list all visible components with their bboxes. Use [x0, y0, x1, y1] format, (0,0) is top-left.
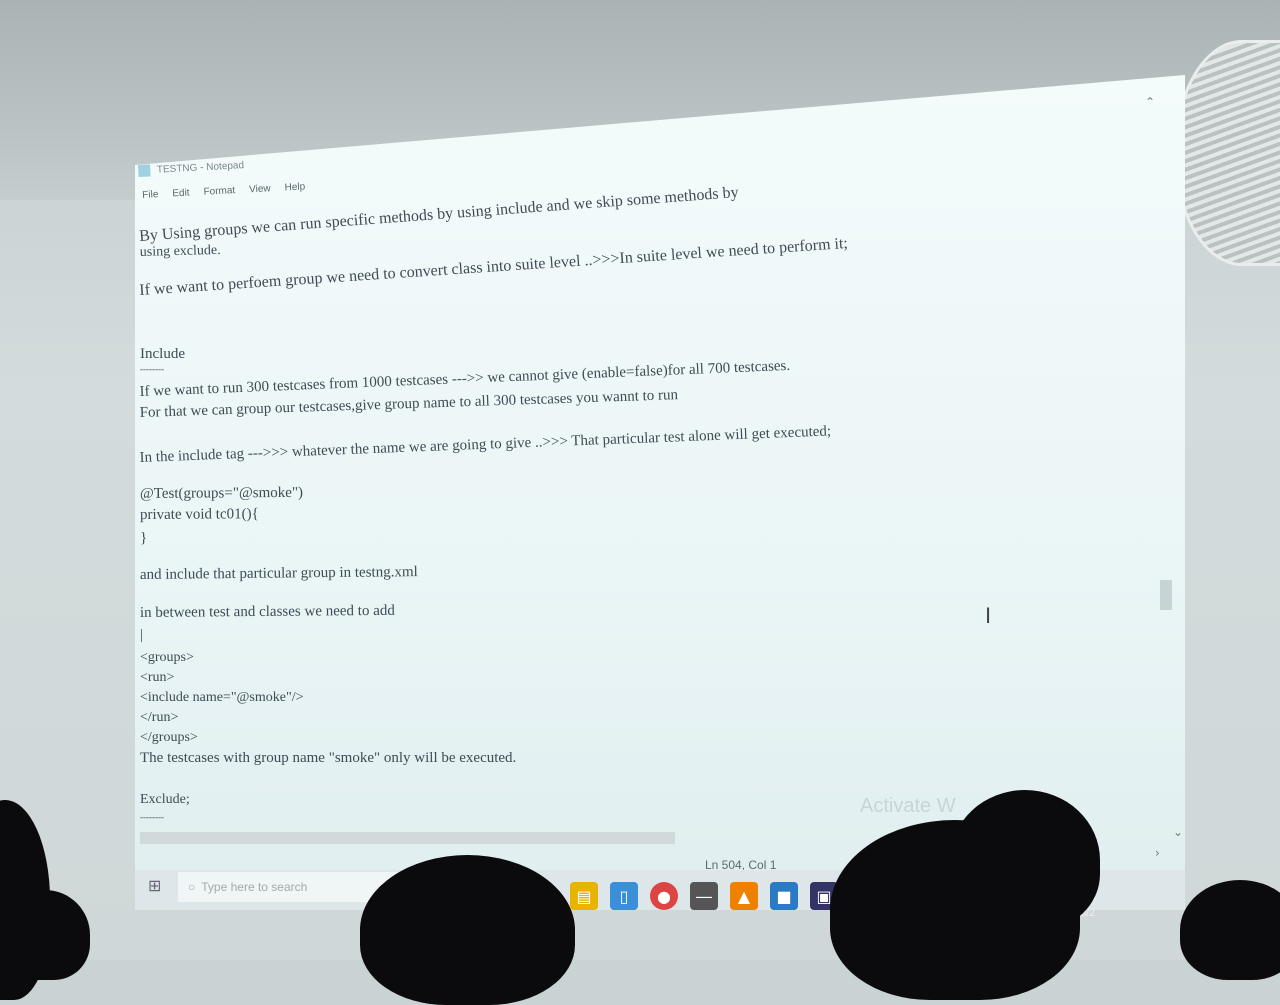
text-cursor-line: |: [140, 627, 144, 643]
text-line: </run>: [140, 710, 179, 725]
horizontal-scrollbar[interactable]: [140, 832, 675, 844]
app-icon[interactable]: ―: [690, 882, 718, 910]
scroll-right-icon[interactable]: ›: [1155, 846, 1160, 860]
windows-start-icon[interactable]: ⊞: [148, 876, 161, 895]
text-line: If we want to perfoem group we need to c…: [138, 234, 849, 300]
vlc-icon[interactable]: ▲: [730, 882, 758, 910]
text-line: Exclude;: [140, 792, 190, 807]
text-line: --------: [140, 364, 164, 374]
app2-icon[interactable]: ■: [770, 882, 798, 910]
text-line: </groups>: [140, 730, 198, 745]
text-line: @Test(groups="@smoke"): [139, 484, 304, 503]
text-line: in between test and classes we need to a…: [139, 602, 395, 622]
text-line: <groups>: [140, 650, 194, 665]
text-line: <run>: [140, 670, 175, 685]
scroll-up-icon[interactable]: ⌃: [1145, 95, 1155, 109]
text-line: }: [140, 530, 148, 546]
text-line: In the include tag --->>> whatever the n…: [139, 423, 832, 467]
audience-head: [0, 890, 90, 980]
chrome-icon[interactable]: ●: [650, 882, 678, 910]
notepad-icon[interactable]: ▯: [610, 882, 638, 910]
audience-head: [360, 855, 575, 1005]
text-line: By Using groups we can run specific meth…: [138, 184, 740, 246]
ibeam-cursor-icon: I: [985, 603, 992, 628]
text-line: The testcases with group name "smoke" on…: [140, 750, 517, 766]
text-line: Include: [140, 346, 185, 362]
text-line: --------: [140, 812, 164, 822]
text-line: <include name="@smoke"/>: [140, 690, 304, 705]
vertical-scrollbar-thumb[interactable]: [1160, 580, 1172, 610]
scroll-down-icon[interactable]: ⌄: [1173, 825, 1183, 839]
audience-head: [950, 790, 1100, 930]
text-line: using exclude.: [139, 242, 221, 261]
text-line: and include that particular group in tes…: [139, 564, 418, 584]
taskbar-apps: ▤ ▯ ● ― ▲ ■ ▣: [570, 882, 838, 910]
file-explorer-icon[interactable]: ▤: [570, 882, 598, 910]
activate-windows-watermark: Activate W: [860, 795, 956, 817]
search-placeholder: Type here to search: [201, 880, 308, 894]
search-icon: ○: [188, 880, 196, 894]
text-line: private void tc01(){: [139, 506, 259, 523]
